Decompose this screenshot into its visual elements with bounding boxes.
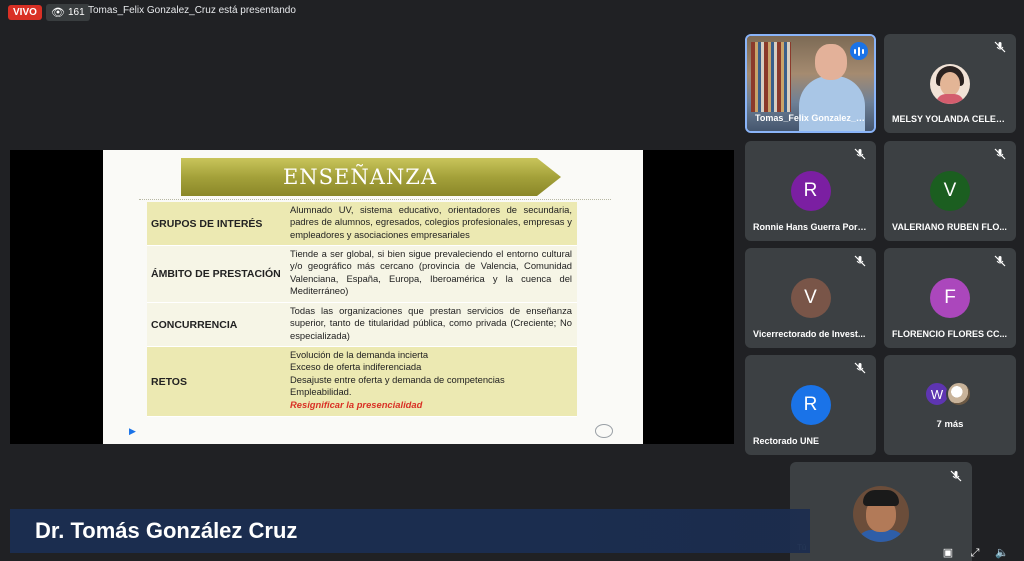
mic-off-icon [950,470,962,482]
speaker-body [799,76,865,131]
row-heading: CONCURRENCIA [147,303,285,346]
presentation-slide: ENSEÑANZA GRUPOS DE INTERÉS Alumnado UV,… [103,150,643,444]
retos-line: Evolución de la demanda incierta [290,349,429,360]
row-heading: ÁMBITO DE PRESTACIÓN [147,246,285,302]
table-row: ÁMBITO DE PRESTACIÓN Tiende a ser global… [147,246,577,303]
avatar-face [940,72,960,96]
speaking-indicator-icon [850,42,868,60]
retos-line: Desajuste entre oferta y demanda de comp… [290,373,505,385]
table-row: GRUPOS DE INTERÉS Alumnado UV, sistema e… [147,202,577,246]
lower-third: Dr. Tomás González Cruz [10,509,810,553]
mic-off-icon [994,148,1006,160]
row-heading: RETOS [147,347,285,416]
dotted-divider [139,199,611,200]
row-body: Evolución de la demanda incierta Exceso … [285,347,577,416]
avatar: V [930,171,970,211]
avatar: F [930,278,970,318]
speaker-lower-third-name: Dr. Tomás González Cruz [35,518,298,543]
participant-name: Vicerrectorado de Invest... [753,329,866,339]
avatar [946,381,972,407]
more-avatars: W [924,381,980,409]
row-body: Alumnado UV, sistema educativo, orientad… [285,202,577,245]
retos-line: Empleabilidad. [290,386,352,398]
participant-tile[interactable]: R Ronnie Hans Guerra Port... [745,141,876,241]
participant-name: MELSY YOLANDA CELES... [892,114,1008,124]
participant-name: Tomas_Felix Gonzalez_C... [755,113,866,123]
live-badge: VIVO [8,5,42,20]
shared-screen: ENSEÑANZA GRUPOS DE INTERÉS Alumnado UV,… [10,150,734,444]
mic-off-icon [854,362,866,374]
viewer-count-value: 161 [67,7,85,18]
top-bar: VIVO 👁 161 Tomas_Felix Gonzalez_Cruz est… [0,0,1024,26]
pip-icon[interactable]: ▣ [941,547,955,559]
slide-table: GRUPOS DE INTERÉS Alumnado UV, sistema e… [147,202,577,417]
participant-tile[interactable]: MELSY YOLANDA CELES... [884,34,1016,133]
avatar: V [790,278,831,318]
slide-title: ENSEÑANZA [282,165,438,189]
participant-name: FLORENCIO FLORES CC... [892,329,1008,339]
fullscreen-icon[interactable]: ⤢ [968,547,982,559]
avatar-hair [863,490,899,506]
participant-tile[interactable]: R Rectorado UNE [745,355,876,455]
participant-name: VALERIANO RUBEN FLO... [892,222,1007,232]
mic-off-icon [854,148,866,160]
bookshelf [751,42,791,112]
retos-line: Exceso de oferta indiferenciada [290,361,422,373]
more-participants-tile[interactable]: W 7 más [884,355,1016,455]
row-heading: GRUPOS DE INTERÉS [147,202,285,245]
table-row: CONCURRENCIA Todas las organizaciones qu… [147,303,577,347]
participant-tile-speaker[interactable]: Tomas_Felix Gonzalez_C... [745,34,876,133]
avatar: R [790,171,831,211]
participant-name: Ronnie Hans Guerra Port... [753,222,868,232]
table-row: RETOS Evolución de la demanda incierta E… [147,347,577,417]
meet-window: VIVO 👁 161 Tomas_Felix Gonzalez_Cruz est… [0,0,1024,561]
presenting-banner: Tomas_Felix Gonzalez_Cruz está presentan… [88,5,296,16]
mic-off-icon [994,255,1006,267]
retos-highlight: Resignificar la presencialidad [290,398,423,410]
volume-icon[interactable]: 🔈 [995,547,1009,559]
avatar-shirt [936,94,964,104]
participant-tile[interactable]: V Vicerrectorado de Invest... [745,248,876,348]
viewer-count[interactable]: 👁 161 [46,4,90,21]
avatar: R [790,385,831,425]
participant-tile[interactable]: F FLORENCIO FLORES CC... [884,248,1016,348]
play-icon[interactable]: ▶ [129,426,136,437]
more-participants-label: 7 más [936,419,964,430]
eye-icon: 👁 [51,7,65,19]
avatar [930,64,970,104]
row-body: Tiende a ser global, si bien sigue preva… [285,246,577,302]
speaker-head [815,44,847,80]
logo-icon [595,424,613,438]
row-body: Todas las organizaciones que prestan ser… [285,303,577,346]
mic-off-icon [854,255,866,267]
participant-name: Rectorado UNE [753,436,820,446]
self-avatar [853,486,909,542]
participant-tile[interactable]: V VALERIANO RUBEN FLO... [884,141,1016,241]
mic-off-icon [994,41,1006,53]
